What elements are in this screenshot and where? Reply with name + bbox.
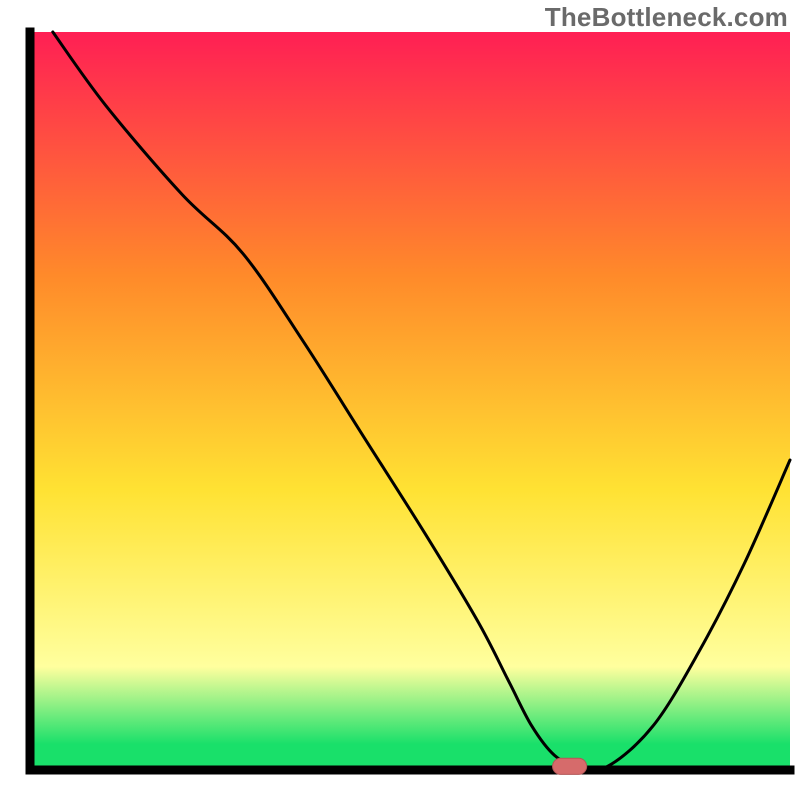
- watermark-text: TheBottleneck.com: [545, 2, 788, 33]
- plot-background: [30, 32, 790, 770]
- bottleneck-chart: [0, 0, 800, 800]
- chart-frame: TheBottleneck.com: [0, 0, 800, 800]
- optimal-marker: [553, 758, 587, 774]
